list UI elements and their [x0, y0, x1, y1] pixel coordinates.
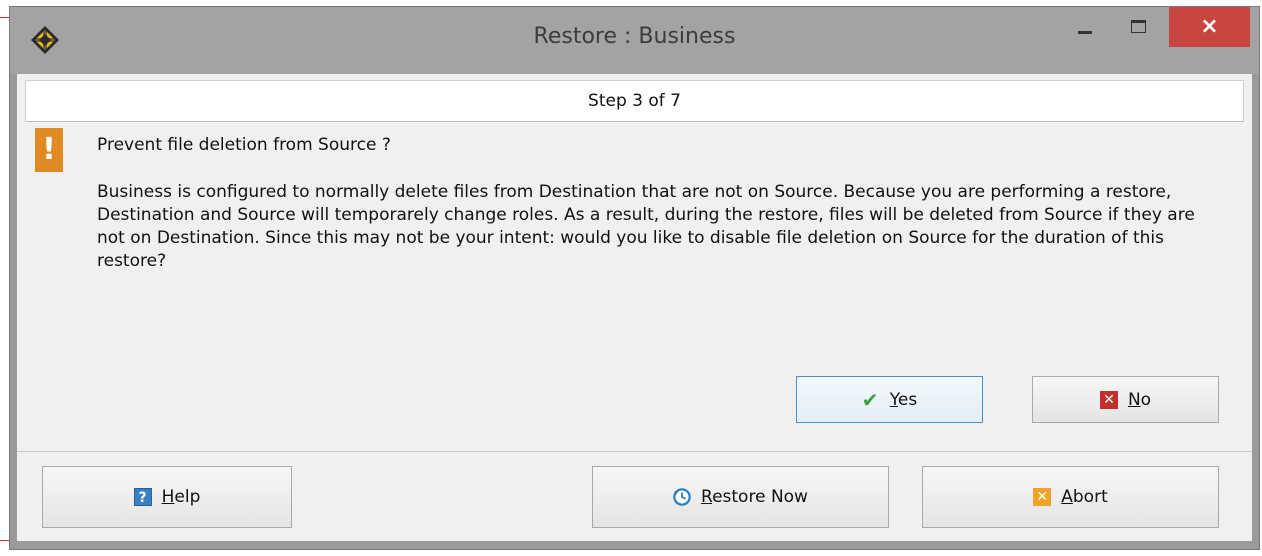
no-label: No: [1127, 389, 1152, 410]
close-button[interactable]: ×: [1169, 7, 1250, 47]
close-icon: ×: [1200, 14, 1219, 39]
red-x-icon: ✕: [1099, 390, 1118, 409]
warning-exclamation-icon: !: [35, 128, 63, 172]
abort-button[interactable]: ✕ Abort: [922, 466, 1219, 528]
dialog-body: Step 3 of 7 ! Prevent file deletion from…: [17, 74, 1252, 541]
warning-glyph: !: [42, 132, 56, 167]
checkmark-icon: ✔: [861, 387, 879, 412]
message-body: Business is configured to normally delet…: [97, 182, 1195, 271]
minimize-button[interactable]: [1071, 7, 1099, 41]
restore-now-label: Restore Now: [701, 487, 808, 507]
restore-now-button[interactable]: Restore Now: [592, 466, 889, 528]
help-question-icon: ?: [133, 488, 152, 506]
abort-label: Abort: [1061, 487, 1108, 507]
help-button[interactable]: ? Help: [42, 466, 292, 528]
abort-x-icon: ✕: [1033, 488, 1052, 506]
clock-restore-icon: [673, 488, 691, 506]
yes-label: Yes: [889, 389, 918, 410]
step-indicator: Step 3 of 7: [25, 80, 1244, 122]
question-heading: Prevent file deletion from Source ?: [97, 135, 391, 155]
restore-dialog-window: Restore : Business × Step 3 of 7 ! Preve…: [9, 6, 1260, 550]
title-bar[interactable]: Restore : Business ×: [10, 7, 1259, 74]
no-button[interactable]: ✕ No: [1032, 376, 1219, 423]
help-label: Help: [161, 487, 201, 507]
footer-divider: [17, 451, 1252, 452]
maximize-button[interactable]: [1124, 7, 1152, 41]
yes-button[interactable]: ✔ Yes: [796, 376, 983, 423]
